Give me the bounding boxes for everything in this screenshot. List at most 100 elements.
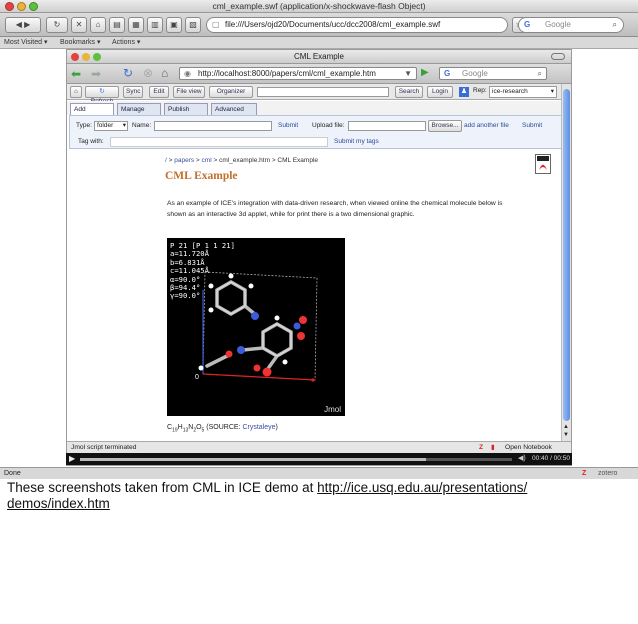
formula-source-prefix: (SOURCE: xyxy=(206,424,243,431)
inner-browser-window: CML Example ⬅ ➡ ↻ ⊗ ⌂ ◉ http://localhost… xyxy=(66,49,572,466)
minimize-window-button[interactable] xyxy=(17,2,26,11)
ice-rep-select[interactable]: ice-research ▾ xyxy=(489,86,557,98)
inner-close-button[interactable] xyxy=(71,53,79,61)
inner-status-bar: Jmol script terminated Z ▮ Open Notebook xyxy=(67,441,571,453)
reload-button[interactable]: ↻ xyxy=(46,17,68,33)
inner-scroll-thumb[interactable] xyxy=(563,89,570,421)
toolbar-toggle-icon[interactable] xyxy=(551,53,565,60)
print-icon: ▣ xyxy=(170,20,178,29)
reload-icon: ↻ xyxy=(53,20,61,29)
bookmark-bookmarks[interactable]: Bookmarks ▾ xyxy=(60,37,100,49)
home-button[interactable]: ⌂ xyxy=(90,17,106,33)
type-label: Type: xyxy=(76,122,92,129)
inner-back-icon[interactable]: ⬅ xyxy=(71,67,81,81)
bookmark-most-visited[interactable]: Most Visited ▾ xyxy=(4,37,47,49)
flash-progress-fill xyxy=(80,458,426,461)
type-value: folder xyxy=(97,122,114,129)
page-title: CML Example xyxy=(165,170,238,182)
inner-forward-icon[interactable]: ➡ xyxy=(91,67,101,81)
name-input[interactable] xyxy=(154,121,272,131)
ice-organizer-button[interactable]: Organizer xyxy=(209,86,253,98)
outer-status-bar: Done Z zotero xyxy=(0,467,638,479)
tab-publish-label: Publish xyxy=(168,106,190,113)
type-select[interactable]: folder ▾ xyxy=(94,121,128,131)
breadcrumb-cml[interactable]: cml xyxy=(202,157,212,164)
scroll-down-icon[interactable]: ▼ xyxy=(563,432,569,438)
ice-rep-label: Rep: xyxy=(473,87,487,94)
submit-name-button[interactable]: Submit xyxy=(278,122,298,129)
tab-advanced[interactable]: Advanced xyxy=(211,103,257,115)
clip-icon: ▧ xyxy=(189,20,197,29)
outer-zotero-label[interactable]: zotero xyxy=(598,468,617,480)
go-icon[interactable]: ▶ xyxy=(421,67,429,78)
tab-publish[interactable]: Publish xyxy=(164,103,208,115)
ice-edit-button[interactable]: Edit xyxy=(149,86,169,98)
inner-search-icon[interactable]: ⌕ xyxy=(538,68,542,79)
pdf-icon[interactable] xyxy=(535,154,551,174)
ice-search-button[interactable]: Search xyxy=(395,86,423,98)
ice-file-view-label: File view xyxy=(176,88,202,95)
caption-link-line1[interactable]: http://ice.usq.edu.au/presentations/ xyxy=(317,480,527,495)
caption: These screenshots taken from CML in ICE … xyxy=(7,480,627,512)
scroll-up-icon[interactable]: ▲ xyxy=(563,424,569,430)
outer-search-placeholder: Google xyxy=(545,20,571,29)
tab-add[interactable]: Add xyxy=(70,103,114,115)
back-arrow-icon[interactable]: ◀ xyxy=(16,20,22,29)
outer-search-box[interactable]: G Google ⌕ xyxy=(518,17,624,33)
url-dropdown-icon[interactable]: ▼ xyxy=(404,68,412,79)
inner-zoom-button[interactable] xyxy=(93,53,101,61)
tag-input[interactable] xyxy=(110,137,328,147)
intro-paragraph: As an example of ICE's integration with … xyxy=(167,200,503,218)
outer-window-title-text: cml_example.swf (application/x-shockwave… xyxy=(212,1,426,11)
grid-button[interactable]: ▥ xyxy=(147,17,163,33)
outer-zotero-icon[interactable]: Z xyxy=(582,468,586,480)
bookmark-page-button[interactable]: ▦ xyxy=(128,17,144,33)
volume-icon[interactable]: ◀) xyxy=(518,454,526,462)
inner-home-icon[interactable]: ⌂ xyxy=(161,66,168,80)
ice-sync-button[interactable]: Sync xyxy=(123,86,143,98)
file-icon: ▢ xyxy=(212,20,220,29)
submit-tags-button[interactable]: Submit my tags xyxy=(334,138,379,145)
tab-add-label: Add xyxy=(74,106,86,113)
breadcrumb-papers[interactable]: papers xyxy=(174,157,194,164)
forward-arrow-icon[interactable]: ▶ xyxy=(24,20,30,29)
flash-progress-track[interactable] xyxy=(80,458,512,461)
page-button[interactable]: ▤ xyxy=(109,17,125,33)
home-icon: ⌂ xyxy=(95,20,101,29)
crystaleye-link[interactable]: Crystaleye xyxy=(242,424,275,431)
submit-upload-button[interactable]: Submit xyxy=(522,122,542,129)
browse-button[interactable]: Browse... xyxy=(428,120,462,132)
page-icon: ▤ xyxy=(113,20,121,29)
inner-stop-icon[interactable]: ⊗ xyxy=(143,66,153,80)
inner-url-bar[interactable]: ◉ http://localhost:8000/papers/cml/cml_e… xyxy=(179,67,417,80)
tab-manage[interactable]: Manage xyxy=(117,103,161,115)
molecule-render[interactable] xyxy=(167,238,345,416)
ice-search-input[interactable] xyxy=(257,87,389,97)
print-button[interactable]: ▣ xyxy=(166,17,182,33)
add-another-file-link[interactable]: add another file xyxy=(464,122,509,129)
zoom-window-button[interactable] xyxy=(29,2,38,11)
stop-button[interactable]: ✕ xyxy=(71,17,87,33)
bookmark-icon: ▦ xyxy=(132,20,140,29)
play-icon[interactable]: ▶ xyxy=(69,454,75,463)
clip-button[interactable]: ▧ xyxy=(185,17,201,33)
jmol-applet[interactable]: P 21 [P 1 1 21] a=11.720Å b=6.831Å c=11.… xyxy=(167,238,345,416)
caption-link-line2[interactable]: demos/index.htm xyxy=(7,496,110,511)
upload-file-input[interactable] xyxy=(348,121,426,131)
outer-url-bar[interactable]: ▢ file:///Users/ojd20/Documents/ucc/dcc2… xyxy=(206,17,508,33)
inner-minimize-button[interactable] xyxy=(82,53,90,61)
bookmark-actions[interactable]: Actions ▾ xyxy=(112,37,140,49)
inner-vertical-scrollbar[interactable]: ▲ ▼ xyxy=(561,84,571,454)
ice-file-view-button[interactable]: File view xyxy=(173,86,205,98)
inner-search-box[interactable]: G Google ⌕ xyxy=(439,67,547,80)
back-forward-buttons[interactable]: ◀ ▶ xyxy=(5,17,41,33)
ice-refresh-button[interactable]: ↻ Refresh xyxy=(85,86,119,105)
caption-text: These screenshots taken from CML in ICE … xyxy=(7,480,318,495)
search-icon[interactable]: ⌕ xyxy=(613,18,617,32)
close-window-button[interactable] xyxy=(5,2,14,11)
browse-label: Browse... xyxy=(431,122,459,129)
inner-reload-icon[interactable]: ↻ xyxy=(123,66,133,80)
breadcrumb-root[interactable]: / xyxy=(165,157,167,164)
ice-home-button[interactable]: ⌂ xyxy=(70,86,82,98)
ice-login-button[interactable]: Login xyxy=(427,86,453,98)
